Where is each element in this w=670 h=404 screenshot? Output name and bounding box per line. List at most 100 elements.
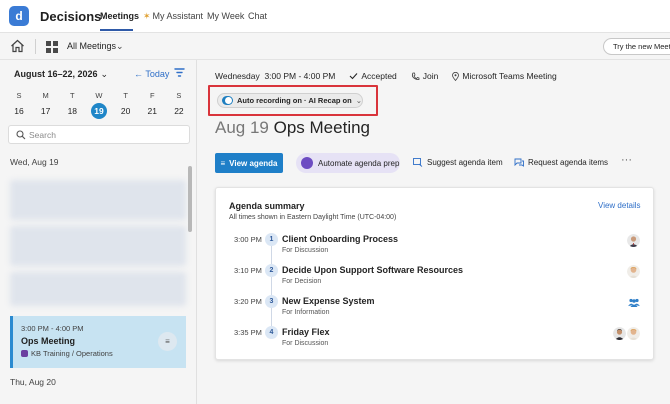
presenter-avatar[interactable]	[627, 234, 640, 247]
meeting-card-title: Ops Meeting	[21, 336, 76, 346]
nav-tab-my-week[interactable]: My Week	[207, 11, 244, 21]
meeting-card-workspace-label: KB Training / Operations	[31, 349, 113, 358]
week-range-label[interactable]: August 16–22, 2026 ⌄	[14, 69, 108, 80]
day-number: 18	[67, 106, 78, 116]
more-options-icon[interactable]: ···	[621, 154, 632, 166]
meeting-title-text: Ops Meeting	[273, 118, 371, 137]
agenda-item-type: For Discussion	[282, 340, 329, 347]
view-agenda-label: View agenda	[229, 158, 278, 168]
day-cell[interactable]: S 16	[6, 91, 32, 119]
join-button[interactable]: Join	[411, 71, 439, 81]
day-letter: S	[16, 91, 22, 100]
agenda-item-type: For Discussion	[282, 247, 329, 254]
chevron-down-icon: ⌄	[100, 69, 109, 79]
agenda-item-type: For Decision	[282, 278, 322, 285]
search-input[interactable]: Search	[8, 125, 190, 144]
grid-view-icon[interactable]	[46, 41, 58, 53]
request-agenda-items-button[interactable]: Request agenda items	[514, 157, 608, 167]
date-group-header: Thu, Aug 20	[10, 377, 56, 387]
day-cell[interactable]: M 17	[33, 91, 59, 119]
home-icon[interactable]	[10, 39, 25, 53]
view-agenda-button[interactable]: ≡ View agenda	[215, 153, 283, 173]
nav-tab-chat[interactable]: Chat	[248, 11, 267, 21]
automate-agenda-prep-button[interactable]: Automate agenda prep	[296, 153, 400, 173]
workspace-icon	[21, 350, 28, 357]
agenda-item-title: Client Onboarding Process	[282, 234, 399, 244]
nav-tab-meetings[interactable]: Meetings	[100, 11, 139, 21]
week-day-strip: S 16 M 17 T 18 W 19 T 20 F 21 S 22	[6, 91, 192, 119]
location-pin-icon	[452, 71, 460, 81]
try-new-meetings-button[interactable]: Try the new Meeti	[603, 38, 670, 55]
agenda-item-time: 3:10 PM	[234, 266, 262, 275]
day-letter: W	[95, 91, 103, 100]
day-cell[interactable]: T 20	[113, 91, 139, 119]
day-letter: M	[42, 91, 49, 100]
left-panel: August 16–22, 2026 ⌄ ← Today S 16 M 17 T 18 …	[0, 60, 197, 404]
day-number: 22	[174, 106, 184, 116]
meeting-location-label: Microsoft Teams Meeting	[462, 71, 557, 81]
agenda-item[interactable]: 3:00 PM 1 Client Onboarding Process For …	[216, 233, 655, 260]
day-cell[interactable]: T 18	[59, 91, 85, 119]
request-agenda-items-label: Request agenda items	[528, 157, 609, 167]
join-label: Join	[422, 71, 439, 81]
agenda-item[interactable]: 3:20 PM 3 New Expense System For Informa…	[216, 295, 655, 322]
agenda-item[interactable]: 3:10 PM 2 Decide Upon Support Software R…	[216, 264, 655, 291]
rsvp-status-label: Accepted	[361, 71, 397, 81]
today-button[interactable]: ← Today	[134, 69, 169, 79]
agenda-item-time: 3:35 PM	[234, 328, 262, 337]
filter-icon[interactable]	[174, 67, 185, 78]
chevron-down-icon[interactable]: ⌄	[116, 41, 124, 52]
agenda-item-number: 2	[265, 264, 278, 277]
day-letter: F	[149, 91, 155, 100]
agenda-item-time: 3:20 PM	[234, 297, 262, 306]
agenda-item-title: Decide Upon Support Software Resources	[282, 265, 464, 275]
week-range-text: August 16–22, 2026	[14, 69, 98, 79]
agenda-item[interactable]: 3:35 PM 4 Friday Flex For Discussion	[216, 326, 655, 353]
suggest-agenda-item-label: Suggest agenda item	[427, 157, 503, 167]
day-cell-selected[interactable]: W 19	[86, 91, 112, 119]
agenda-action-bar: ≡ View agenda Automate agenda prep Sugge…	[215, 153, 665, 173]
suggest-icon	[413, 158, 423, 167]
meeting-card-selected[interactable]: 3:00 PM - 4:00 PM Ops Meeting KB Trainin…	[10, 316, 186, 368]
day-cell[interactable]: F 21	[139, 91, 165, 119]
agenda-item-title: New Expense System	[282, 296, 375, 306]
scrollbar-thumb[interactable]	[188, 166, 192, 232]
search-placeholder: Search	[29, 130, 56, 140]
top-navigation-bar: d Decisions Meetings ✶ My Assistant My We…	[0, 0, 670, 33]
presenter-avatar[interactable]	[627, 327, 640, 340]
recording-settings-dropdown[interactable]: Auto recording on · AI Recap on ⌄	[217, 93, 363, 108]
rsvp-status[interactable]: Accepted	[349, 71, 397, 81]
nav-tab-my-assistant-label: My Assistant	[152, 11, 204, 21]
day-number-selected: 19	[90, 103, 107, 119]
agenda-summary-card: Agenda summary All times shown in Easter…	[215, 187, 654, 360]
app-logo[interactable]: d	[9, 6, 29, 26]
view-details-link[interactable]: View details	[598, 201, 641, 210]
arrow-left-icon: ←	[134, 69, 143, 79]
people-group-icon[interactable]	[628, 298, 640, 307]
agenda-item-number: 4	[265, 326, 278, 339]
agenda-summary-title: Agenda summary	[229, 201, 305, 211]
meeting-card-blurred[interactable]	[10, 226, 186, 266]
day-number: 21	[147, 106, 158, 116]
ai-icon	[301, 157, 313, 169]
nav-tab-my-assistant[interactable]: ✶ My Assistant	[143, 11, 203, 22]
agenda-item-time: 3:00 PM	[234, 235, 262, 244]
meeting-card-workspace: KB Training / Operations	[21, 349, 113, 358]
suggest-agenda-item-button[interactable]: Suggest agenda item	[413, 157, 503, 167]
presenter-avatar[interactable]	[613, 327, 626, 340]
chevron-down-icon: ⌄	[355, 96, 362, 105]
presenter-avatar[interactable]	[627, 265, 640, 278]
list-icon: ≡	[220, 158, 226, 168]
day-letter: S	[176, 91, 182, 100]
meeting-filter-dropdown[interactable]: All Meetings	[67, 41, 116, 51]
checkmark-icon	[349, 73, 358, 80]
recording-toggle[interactable]	[222, 96, 233, 105]
agenda-item-number: 1	[265, 233, 278, 246]
meeting-card-blurred[interactable]	[10, 272, 186, 306]
app-name: Decisions	[40, 9, 102, 24]
notes-icon[interactable]: ≡	[158, 332, 177, 351]
day-number: 16	[14, 106, 24, 116]
day-cell[interactable]: S 22	[166, 91, 192, 119]
meeting-detail-pane: Wednesday 3:00 PM - 4:00 PM Accepted Joi…	[197, 60, 670, 404]
meeting-card-blurred[interactable]	[10, 180, 186, 220]
